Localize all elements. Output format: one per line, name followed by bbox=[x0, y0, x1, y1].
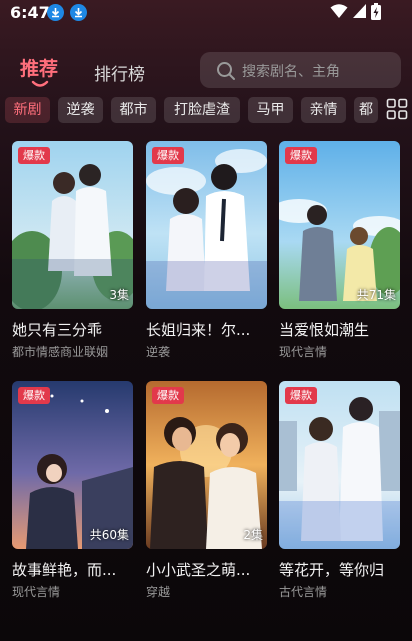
drama-cover-image[interactable]: 爆款 2集 bbox=[146, 381, 267, 549]
category-chip-disguise[interactable]: 马甲 bbox=[248, 97, 293, 123]
download-icon bbox=[70, 4, 87, 21]
drama-cover-image[interactable]: 爆款 bbox=[146, 141, 267, 309]
wifi-icon bbox=[330, 4, 348, 18]
category-grid-icon[interactable] bbox=[386, 98, 408, 120]
download-icon bbox=[47, 4, 64, 21]
search-icon bbox=[217, 62, 235, 80]
drama-tags: 现代言情 bbox=[279, 345, 328, 359]
hot-badge: 爆款 bbox=[152, 147, 184, 164]
episode-count: 共60集 bbox=[89, 528, 129, 542]
drama-tags: 逆袭 bbox=[146, 345, 171, 359]
status-bar: 6:47 bbox=[0, 0, 412, 26]
top-nav: 推荐 排行榜 搜索剧名、主角 bbox=[0, 46, 412, 94]
category-chip-comeback[interactable]: 逆袭 bbox=[58, 97, 103, 123]
search-placeholder: 搜索剧名、主角 bbox=[242, 64, 340, 80]
drama-title[interactable]: 她只有三分乖 bbox=[12, 319, 133, 340]
category-chip-new[interactable]: 新剧 bbox=[5, 97, 50, 123]
drama-cover-image[interactable]: 爆款 3集 bbox=[12, 141, 133, 309]
hot-badge: 爆款 bbox=[285, 147, 317, 164]
signal-icon bbox=[353, 4, 366, 18]
drama-cover-image[interactable]: 爆款 bbox=[279, 381, 400, 549]
status-time: 6:47 bbox=[10, 3, 50, 22]
drama-title[interactable]: 故事鲜艳，而... bbox=[12, 559, 133, 580]
hot-badge: 爆款 bbox=[285, 387, 317, 404]
hot-badge: 爆款 bbox=[152, 387, 184, 404]
category-chip-revenge[interactable]: 打脸虐渣 bbox=[164, 97, 240, 123]
tab-recommend[interactable]: 推荐 bbox=[20, 54, 58, 81]
drama-title[interactable]: 小小武圣之萌... bbox=[146, 559, 267, 580]
drama-title[interactable]: 长姐归来！尔... bbox=[146, 319, 267, 340]
drama-tags: 现代言情 bbox=[12, 585, 61, 599]
battery-icon bbox=[371, 3, 381, 20]
drama-cover-image[interactable]: 爆款 共60集 bbox=[12, 381, 133, 549]
episode-count: 共71集 bbox=[356, 288, 396, 302]
category-chip-more[interactable]: 都 bbox=[354, 97, 378, 123]
tab-ranking[interactable]: 排行榜 bbox=[94, 60, 145, 85]
active-tab-indicator bbox=[31, 80, 49, 87]
search-bar[interactable]: 搜索剧名、主角 bbox=[200, 52, 401, 88]
drama-tags: 古代言情 bbox=[279, 585, 328, 599]
drama-tags: 都市情感商业联姻 bbox=[12, 345, 109, 359]
category-chip-family[interactable]: 亲情 bbox=[301, 97, 346, 123]
category-chip-urban[interactable]: 都市 bbox=[111, 97, 156, 123]
episode-count: 3集 bbox=[109, 288, 129, 302]
hot-badge: 爆款 bbox=[18, 147, 50, 164]
episode-count: 2集 bbox=[243, 528, 263, 542]
hot-badge: 爆款 bbox=[18, 387, 50, 404]
category-bar: 新剧 逆袭 都市 打脸虐渣 马甲 亲情 都 bbox=[0, 97, 412, 125]
drama-title[interactable]: 当爱恨如潮生 bbox=[279, 319, 400, 340]
drama-title[interactable]: 等花开，等你归 bbox=[279, 559, 400, 580]
drama-tags: 穿越 bbox=[146, 585, 171, 599]
drama-cover-image[interactable]: 爆款 共71集 bbox=[279, 141, 400, 309]
